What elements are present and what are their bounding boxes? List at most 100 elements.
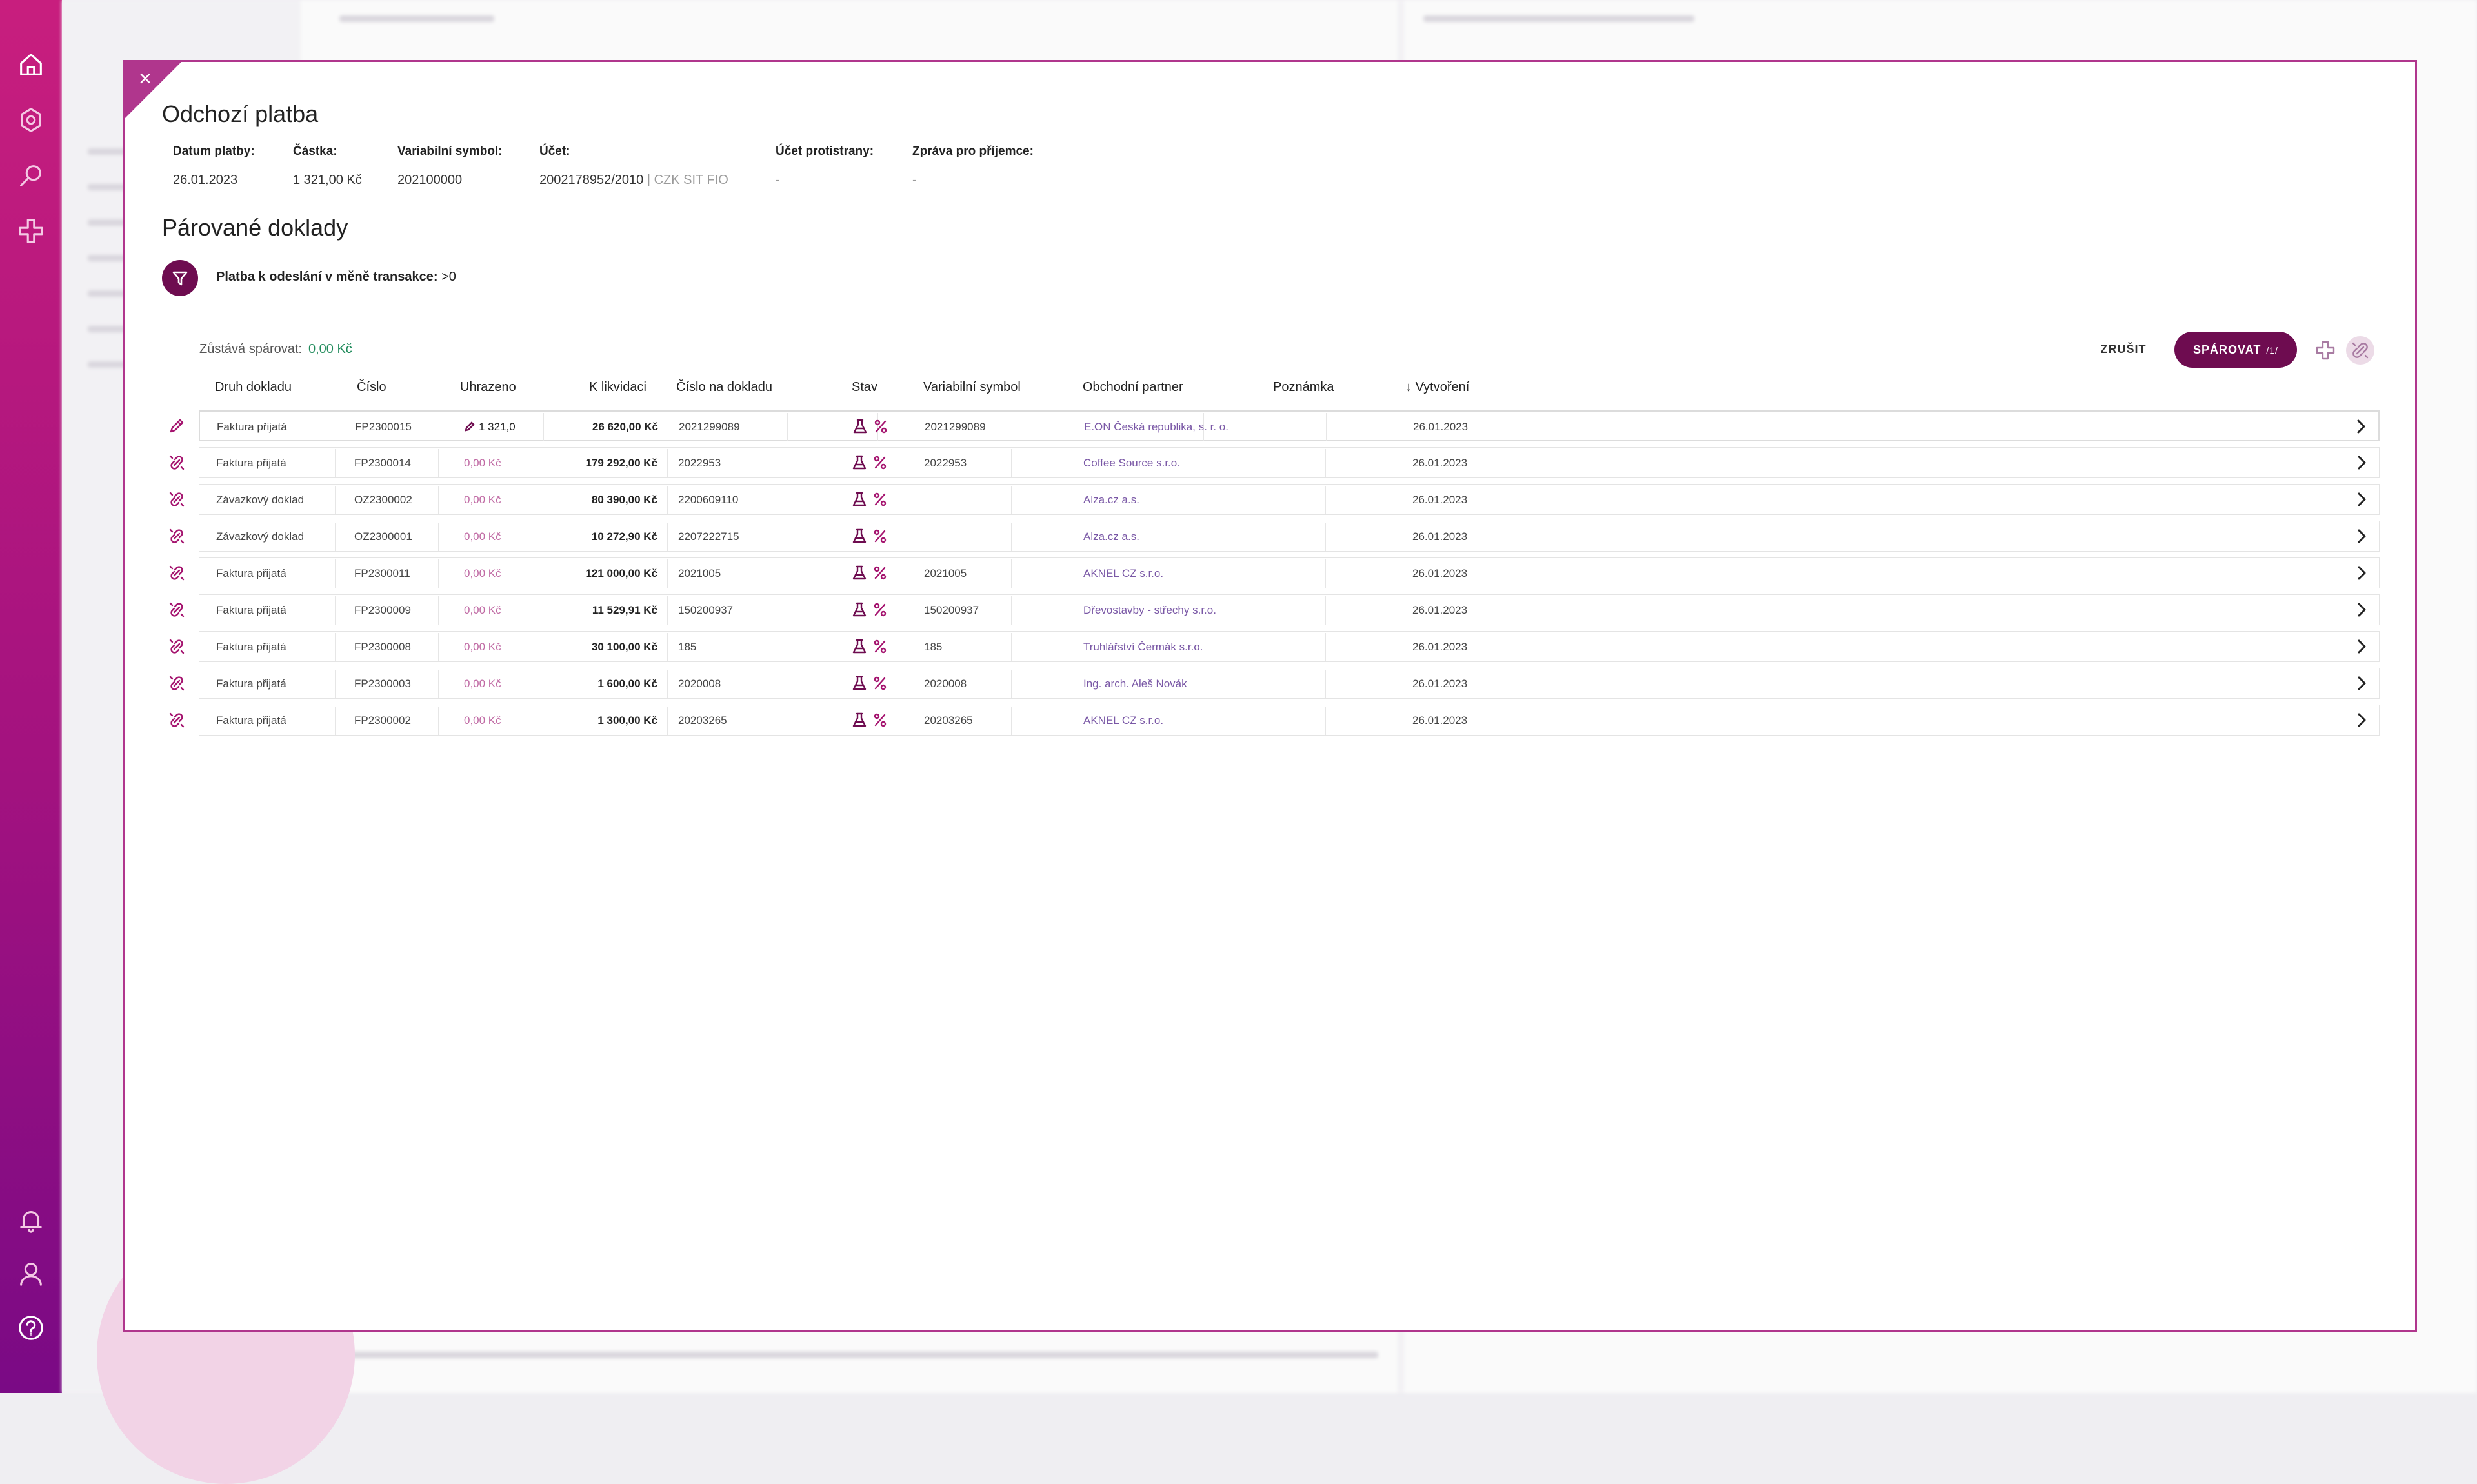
table-row[interactable]: Faktura přijatá FP2300008 0,00 Kč 30 100,00…	[169, 631, 2380, 663]
chevron-right-icon[interactable]	[2351, 562, 2374, 585]
flask-icon	[851, 675, 868, 695]
home-icon[interactable]	[15, 49, 46, 80]
table-row[interactable]: Závazkový doklad OZ2300002 0,00 Kč 80 390,0…	[169, 484, 2380, 516]
date-label: Datum platby:	[173, 145, 255, 158]
unlink-icon[interactable]	[165, 635, 188, 658]
pair-button[interactable]: SPÁROVAT/1/	[2174, 332, 2297, 368]
cell-partner[interactable]: Alza.cz a.s.	[1083, 521, 1139, 552]
col-partner[interactable]: Obchodní partner	[1083, 380, 1183, 395]
help-icon[interactable]	[15, 1312, 46, 1343]
cell-doc-number: 2207222715	[678, 530, 739, 543]
close-button[interactable]: ×	[132, 66, 158, 92]
unlink-icon[interactable]	[165, 488, 188, 511]
add-icon[interactable]	[15, 216, 46, 246]
add-document-icon[interactable]	[2311, 336, 2340, 365]
cell-divider	[667, 596, 668, 625]
table-row[interactable]: Závazkový doklad OZ2300001 0,00 Kč 10 272,9…	[169, 521, 2380, 553]
col-paid[interactable]: Uhrazeno	[460, 380, 516, 395]
unlink-icon[interactable]	[165, 525, 188, 548]
col-to-settle[interactable]: K likvidaci	[589, 380, 647, 395]
cell-partner[interactable]: Ing. arch. Aleš Novák	[1083, 668, 1187, 699]
percent-icon	[872, 491, 888, 511]
col-created[interactable]: ↓ Vytvoření	[1405, 380, 1469, 395]
chevron-right-icon[interactable]	[2351, 672, 2374, 696]
chevron-right-icon[interactable]	[2351, 709, 2374, 732]
flask-icon	[852, 418, 868, 438]
cell-partner[interactable]: Alza.cz a.s.	[1083, 485, 1139, 516]
cancel-button[interactable]: ZRUŠIT	[2091, 333, 2156, 365]
table-row[interactable]: Faktura přijatá FP2300003 0,00 Kč 1 600,00 …	[169, 668, 2380, 700]
settings-icon[interactable]	[15, 105, 46, 135]
cell-divider	[1326, 413, 1327, 441]
cell-variable-symbol: 2021299089	[925, 421, 986, 433]
cell-number: OZ2300001	[354, 530, 412, 543]
unlink-all-icon[interactable]	[2346, 336, 2374, 365]
col-variable-symbol[interactable]: Variabilní symbol	[923, 380, 1021, 395]
table-row[interactable]: Faktura přijatá FP2300014 0,00 Kč 179 292,0…	[169, 447, 2380, 479]
cell-created: 26.01.2023	[1412, 641, 1468, 653]
cell-doc-number: 150200937	[678, 604, 734, 616]
cell-partner[interactable]: AKNEL CZ s.r.o.	[1083, 705, 1163, 736]
cell-divider	[335, 707, 336, 735]
cell-partner[interactable]: Truhlářství Čermák s.r.o.	[1083, 632, 1203, 663]
cell-divider	[335, 449, 336, 477]
cell-number: FP2300011	[354, 567, 410, 579]
cell-paid-input[interactable]: 1 321,0	[465, 412, 516, 443]
unlink-icon[interactable]	[165, 451, 188, 474]
search-icon[interactable]	[15, 160, 46, 191]
chevron-right-icon[interactable]	[2350, 416, 2373, 439]
cell-type: Faktura přijatá	[217, 421, 287, 433]
table-row[interactable]: Faktura přijatá FP2300011 0,00 Kč 121 000,0…	[169, 557, 2380, 590]
cell-number: FP2300014	[354, 457, 411, 469]
flask-icon	[851, 565, 868, 585]
cell-to-settle: 11 529,91 Kč	[592, 604, 657, 616]
cell-divider	[787, 413, 788, 441]
status-icons	[851, 528, 888, 548]
date-value: 26.01.2023	[173, 173, 238, 187]
cell-number: OZ2300002	[354, 494, 412, 506]
pair-count: /1/	[2266, 345, 2278, 356]
cell-divider	[1011, 670, 1012, 698]
col-doc-number[interactable]: Číslo na dokladu	[676, 380, 772, 395]
cell-divider	[667, 559, 668, 588]
cell-divider	[438, 523, 439, 551]
cell-paid: 0,00 Kč	[464, 677, 501, 690]
account-label: Účet:	[539, 145, 570, 158]
counter-account-value: -	[776, 173, 780, 187]
filter-button[interactable]	[162, 260, 198, 296]
chevron-right-icon[interactable]	[2351, 452, 2374, 475]
flask-icon	[851, 491, 868, 511]
table-row[interactable]: Faktura přijatá FP2300002 0,00 Kč 1 300,00 …	[169, 705, 2380, 737]
filter-value: >0	[441, 270, 456, 284]
col-type[interactable]: Druh dokladu	[215, 380, 292, 395]
status-icons	[851, 675, 888, 695]
cell-partner[interactable]: AKNEL CZ s.r.o.	[1083, 558, 1163, 589]
cell-doc-number: 2021005	[678, 567, 721, 579]
cell-variable-symbol: 2020008	[924, 677, 967, 690]
cell-partner[interactable]: Coffee Source s.r.o.	[1083, 448, 1180, 479]
chevron-right-icon[interactable]	[2351, 488, 2374, 512]
col-number[interactable]: Číslo	[357, 380, 386, 395]
chevron-right-icon[interactable]	[2351, 636, 2374, 659]
chevron-right-icon[interactable]	[2351, 525, 2374, 548]
table-row[interactable]: Faktura přijatá FP2300009 0,00 Kč 11 529,91…	[169, 594, 2380, 627]
table-row[interactable]: Faktura přijatá FP2300015 1 321,0 26 620,00…	[170, 410, 2380, 443]
cell-to-settle: 121 000,00 Kč	[585, 567, 657, 579]
cell-paid: 0,00 Kč	[464, 567, 501, 579]
cell-to-settle: 179 292,00 Kč	[585, 457, 657, 469]
bell-icon[interactable]	[15, 1205, 46, 1236]
col-note[interactable]: Poznámka	[1273, 380, 1334, 395]
unlink-icon[interactable]	[165, 598, 188, 621]
chevron-right-icon[interactable]	[2351, 599, 2374, 622]
cell-partner[interactable]: Dřevostavby - střechy s.r.o.	[1083, 595, 1216, 626]
cell-number: FP2300009	[354, 604, 411, 616]
unlink-icon[interactable]	[165, 708, 188, 732]
user-icon[interactable]	[15, 1258, 46, 1289]
cell-partner[interactable]: E.ON Česká republika, s. r. o.	[1084, 412, 1228, 443]
unlink-icon[interactable]	[165, 672, 188, 695]
cell-divider	[667, 486, 668, 514]
cell-divider	[1325, 596, 1326, 625]
pencil-icon[interactable]	[165, 414, 188, 437]
col-status[interactable]: Stav	[852, 380, 877, 395]
unlink-icon[interactable]	[165, 561, 188, 585]
